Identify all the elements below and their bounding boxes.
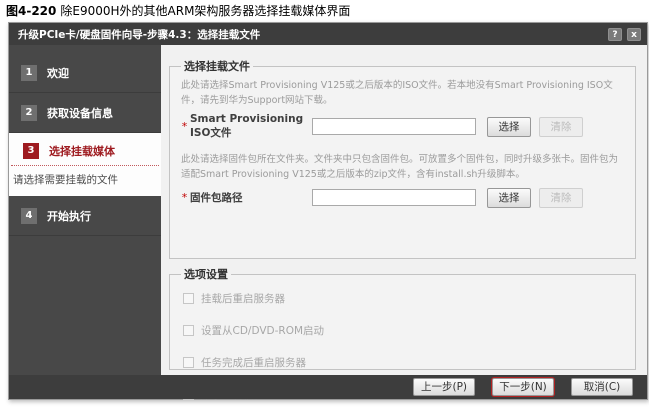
- option-label: 任务完成后重启服务器: [201, 355, 306, 370]
- step-number-badge: 1: [21, 65, 37, 81]
- step-label: 欢迎: [47, 65, 69, 81]
- step-number-badge: 3: [23, 143, 39, 159]
- sidebar-step-welcome[interactable]: 1 欢迎: [9, 53, 161, 93]
- active-step-sublabel: 请选择需要挂载的文件: [9, 166, 161, 196]
- checkbox-icon: [183, 293, 194, 304]
- help-icon[interactable]: ?: [608, 28, 622, 41]
- iso-description: 此处请选择Smart Provisioning V125或之后版本的ISO文件。…: [181, 79, 626, 108]
- figure-label: 图4-220: [6, 4, 56, 18]
- iso-file-row: * Smart Provisioning ISO文件 选择 清除: [179, 113, 626, 140]
- firmware-select-button[interactable]: 选择: [487, 188, 531, 208]
- option-boot-from-cdrom: 设置从CD/DVD-ROM启动: [183, 323, 626, 338]
- iso-select-button[interactable]: 选择: [487, 117, 531, 137]
- next-step-button[interactable]: 下一步(N): [492, 378, 554, 396]
- previous-step-button[interactable]: 上一步(P): [413, 378, 475, 396]
- step-label: 获取设备信息: [47, 105, 113, 121]
- figure-caption: 图4-220 除E9000H外的其他ARM架构服务器选择挂载媒体界面: [6, 2, 350, 19]
- checkbox-icon: [183, 357, 194, 368]
- select-mount-file-section: 选择挂载文件 此处请选择Smart Provisioning V125或之后版本…: [169, 58, 636, 259]
- firmware-clear-button: 清除: [539, 188, 583, 208]
- active-step-row: 3 选择挂载媒体: [11, 133, 159, 166]
- wizard-steps-sidebar: 1 欢迎 2 获取设备信息 3 选择挂载媒体 请选择需要挂载的文件 4 开始执行: [9, 45, 161, 375]
- step-number-badge: 4: [21, 208, 37, 224]
- checkbox-icon: [183, 325, 194, 336]
- required-marker: *: [179, 120, 190, 133]
- option-label: 挂载后重启服务器: [201, 291, 285, 306]
- options-section: 选项设置 挂载后重启服务器 设置从CD/DVD-ROM启动 任务完成后重启服务器…: [169, 266, 636, 370]
- close-icon[interactable]: x: [627, 28, 641, 41]
- firmware-description: 此处请选择固件包所在文件夹。文件夹中只包含固件包。可放置多个固件包，同时升级多张…: [181, 153, 626, 182]
- step-label: 选择挂载媒体: [49, 143, 115, 159]
- upgrade-wizard-dialog: 升级PCIe卡/硬盘固件向导-步骤4.3：选择挂载文件 ? x 1 欢迎 2 获…: [8, 22, 648, 400]
- select-mount-file-legend: 选择挂载文件: [181, 58, 253, 74]
- option-restart-after-task: 任务完成后重启服务器: [183, 355, 626, 370]
- option-label: 设置从CD/DVD-ROM启动: [201, 323, 324, 338]
- step-number-badge: 2: [21, 105, 37, 121]
- firmware-path-input[interactable]: [312, 189, 476, 206]
- main-content: 选择挂载文件 此处请选择Smart Provisioning V125或之后版本…: [161, 45, 647, 375]
- option-restart-after-mount: 挂载后重启服务器: [183, 291, 626, 306]
- firmware-path-row: * 固件包路径 选择 清除: [179, 188, 626, 208]
- step-label: 开始执行: [47, 208, 91, 224]
- sidebar-step-select-media[interactable]: 3 选择挂载媒体 请选择需要挂载的文件: [9, 133, 161, 196]
- dialog-body: 1 欢迎 2 获取设备信息 3 选择挂载媒体 请选择需要挂载的文件 4 开始执行: [9, 45, 647, 375]
- options-legend: 选项设置: [181, 266, 231, 282]
- dialog-titlebar: 升级PCIe卡/硬盘固件向导-步骤4.3：选择挂载文件 ? x: [9, 23, 647, 45]
- sidebar-step-execute[interactable]: 4 开始执行: [9, 196, 161, 236]
- sidebar-step-device-info[interactable]: 2 获取设备信息: [9, 93, 161, 133]
- dialog-title: 升级PCIe卡/硬盘固件向导-步骤4.3：选择挂载文件: [18, 27, 260, 42]
- iso-file-input[interactable]: [312, 118, 476, 135]
- iso-file-label: Smart Provisioning ISO文件: [190, 113, 312, 140]
- titlebar-buttons: ? x: [608, 28, 641, 41]
- cancel-button[interactable]: 取消(C): [571, 378, 633, 396]
- figure-title: 除E9000H外的其他ARM架构服务器选择挂载媒体界面: [60, 4, 350, 18]
- firmware-path-label: 固件包路径: [190, 190, 312, 205]
- wizard-footer: 上一步(P) 下一步(N) 取消(C): [9, 375, 647, 399]
- iso-clear-button: 清除: [539, 117, 583, 137]
- required-marker: *: [179, 191, 190, 204]
